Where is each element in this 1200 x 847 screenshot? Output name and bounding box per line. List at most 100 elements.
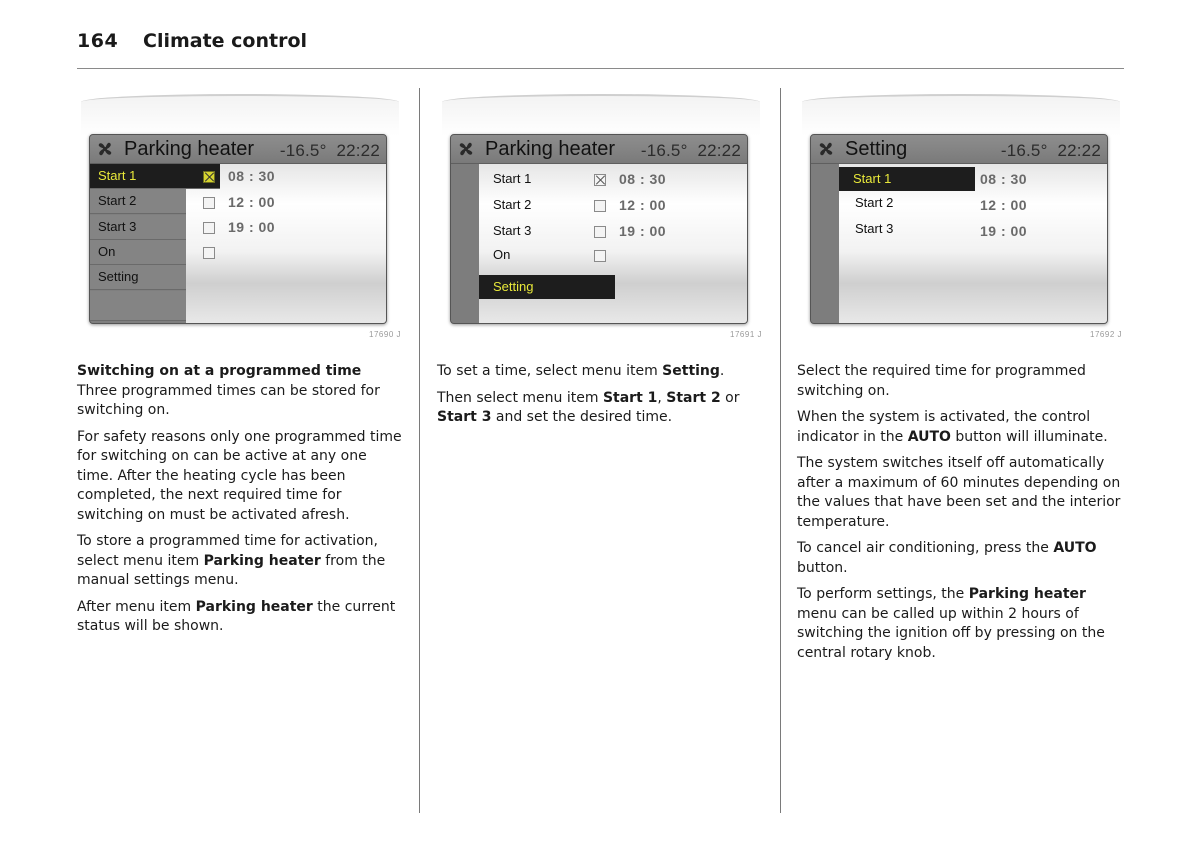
figure-setting: Setting -16.5° 22:22 Start 1 Start 2 Sta… <box>796 86 1136 348</box>
menu-item-setting[interactable]: Setting <box>479 275 615 299</box>
menu-item-start-1[interactable]: Start 1 <box>839 167 975 191</box>
checkbox-start-1[interactable] <box>594 174 606 186</box>
menu-item-start-2[interactable]: Start 2 <box>493 197 531 212</box>
text-run: The system switches itself off automatic… <box>797 455 1121 530</box>
menu-item-start-1[interactable]: Start 1 <box>90 164 220 189</box>
display-screen: Parking heater -16.5° 22:22 Start 1 Star… <box>89 134 387 324</box>
bold-term: Parking heater <box>195 598 313 615</box>
screen-titlebar: Setting -16.5° 22:22 <box>811 135 1107 164</box>
menu-item-start-3[interactable]: Start 3 <box>493 223 531 238</box>
screen-titlebar: Parking heater -16.5° 22:22 <box>90 135 386 164</box>
page-header: 164 Climate control <box>77 28 1124 69</box>
menu-item-start-3[interactable]: Start 3 <box>855 221 893 236</box>
menu-item-on[interactable]: On <box>493 247 510 262</box>
time-start-3: 19 : 00 <box>228 219 276 235</box>
menu-item-setting[interactable]: Setting <box>90 265 186 290</box>
screen-body: Start 1 Start 2 Start 3 On 08 : 30 12 : … <box>451 164 747 323</box>
paragraph: To set a time, select menu item Setting. <box>437 362 767 382</box>
fan-icon <box>98 142 112 156</box>
text-run: Then select menu item <box>437 389 603 406</box>
time-start-2: 12 : 00 <box>980 197 1028 213</box>
text-run: and set the desired time. <box>491 409 673 425</box>
side-strip <box>811 164 839 323</box>
checkbox-start-3[interactable] <box>203 222 215 234</box>
column-divider <box>780 88 781 813</box>
text-run: To cancel air conditioning, press the <box>797 540 1054 556</box>
bold-term: Start 2 <box>666 389 721 406</box>
text-run: After menu item <box>77 598 196 615</box>
paragraph: To cancel air conditioning, press the AU… <box>797 539 1127 578</box>
figure-id: 17690 J <box>369 330 401 339</box>
time-start-3: 19 : 00 <box>980 223 1028 239</box>
text-run: button. <box>797 559 848 576</box>
time-start-2: 12 : 00 <box>619 197 667 213</box>
fan-icon <box>819 142 833 156</box>
bold-term: AUTO <box>907 428 951 445</box>
text-run: , <box>657 389 667 406</box>
display-bezel <box>442 94 760 136</box>
checkbox-start-1[interactable] <box>203 171 215 183</box>
bold-term: Parking heater <box>203 552 321 569</box>
menu-item-start-2[interactable]: Start 2 <box>855 195 893 210</box>
display-screen: Parking heater -16.5° 22:22 Start 1 Star… <box>450 134 748 324</box>
menu-item-empty <box>90 291 186 321</box>
display-screen: Setting -16.5° 22:22 Start 1 Start 2 Sta… <box>810 134 1108 324</box>
figure-id: 17691 J <box>730 330 762 339</box>
text-run: button will illuminate. <box>950 428 1108 445</box>
text-run: . <box>719 363 725 379</box>
menu-item-start-3[interactable]: Start 3 <box>90 215 186 240</box>
paragraph: To store a programmed time for activatio… <box>77 532 407 591</box>
bold-term: Start 1 <box>602 389 658 406</box>
text-run: Select the required time for programmed … <box>797 363 1086 399</box>
temperature-readout: -16.5° <box>640 141 688 160</box>
menu-item-start-1[interactable]: Start 1 <box>493 171 531 186</box>
menu-item-start-2[interactable]: Start 2 <box>90 189 186 214</box>
text-column-1: Switching on at a programmed time Three … <box>77 362 407 644</box>
section-title: Climate control <box>143 30 308 52</box>
figure-parking-heater-start1: Parking heater -16.5° 22:22 Start 1 Star… <box>75 86 415 348</box>
screen-status: -16.5° 22:22 <box>280 141 380 161</box>
paragraph: To perform settings, the Parking heater … <box>797 585 1127 663</box>
paragraph: Then select menu item Start 1, Start 2 o… <box>437 389 767 428</box>
paragraph: Three programmed times can be stored for… <box>77 382 407 421</box>
paragraph: When the system is activated, the contro… <box>797 408 1127 447</box>
checkbox-on[interactable] <box>203 247 215 259</box>
text-run: Three programmed times can be stored for… <box>77 382 380 419</box>
screen-content <box>479 164 747 323</box>
text-run: or <box>720 389 740 406</box>
paragraph: For safety reasons only one programmed t… <box>77 428 407 526</box>
clock-readout: 22:22 <box>336 141 380 160</box>
screen-title: Parking heater <box>485 138 616 160</box>
section-heading: Switching on at a programmed time <box>77 363 362 379</box>
checkbox-start-2[interactable] <box>594 200 606 212</box>
display-bezel <box>81 94 399 136</box>
text-run: menu can be called up within 2 hours of … <box>797 605 1105 661</box>
temperature-readout: -16.5° <box>1000 141 1048 160</box>
bold-term: Parking heater <box>968 586 1086 602</box>
fan-icon <box>459 142 473 156</box>
paragraph: After menu item Parking heater the curre… <box>77 598 407 637</box>
screen-body: Start 1 Start 2 Start 3 08 : 30 12 : 00 … <box>811 164 1107 323</box>
display-bezel <box>802 94 1120 136</box>
screen-status: -16.5° 22:22 <box>1001 141 1101 161</box>
text-column-3: Select the required time for programmed … <box>797 362 1127 670</box>
checkbox-start-2[interactable] <box>203 197 215 209</box>
checkbox-start-3[interactable] <box>594 226 606 238</box>
screen-title: Setting <box>845 138 908 160</box>
paragraph: The system switches itself off automatic… <box>797 454 1127 532</box>
menu-item-on[interactable]: On <box>90 240 186 265</box>
bold-term: AUTO <box>1053 540 1097 556</box>
screen-title: Parking heater <box>124 138 255 160</box>
bold-term: Start 3 <box>437 409 492 425</box>
time-start-1: 08 : 30 <box>980 171 1028 187</box>
text-run: To set a time, select menu item <box>437 363 663 379</box>
paragraph: Select the required time for programmed … <box>797 362 1127 401</box>
screen-body: Start 1 Start 2 Start 3 On Setting 08 : … <box>90 164 386 323</box>
checkbox-on[interactable] <box>594 250 606 262</box>
figure-parking-heater-setting: Parking heater -16.5° 22:22 Start 1 Star… <box>436 86 776 348</box>
time-start-3: 19 : 00 <box>619 223 667 239</box>
text-run: To perform settings, the <box>797 586 969 602</box>
time-start-1: 08 : 30 <box>228 168 276 184</box>
time-start-1: 08 : 30 <box>619 171 667 187</box>
side-strip <box>451 164 479 323</box>
